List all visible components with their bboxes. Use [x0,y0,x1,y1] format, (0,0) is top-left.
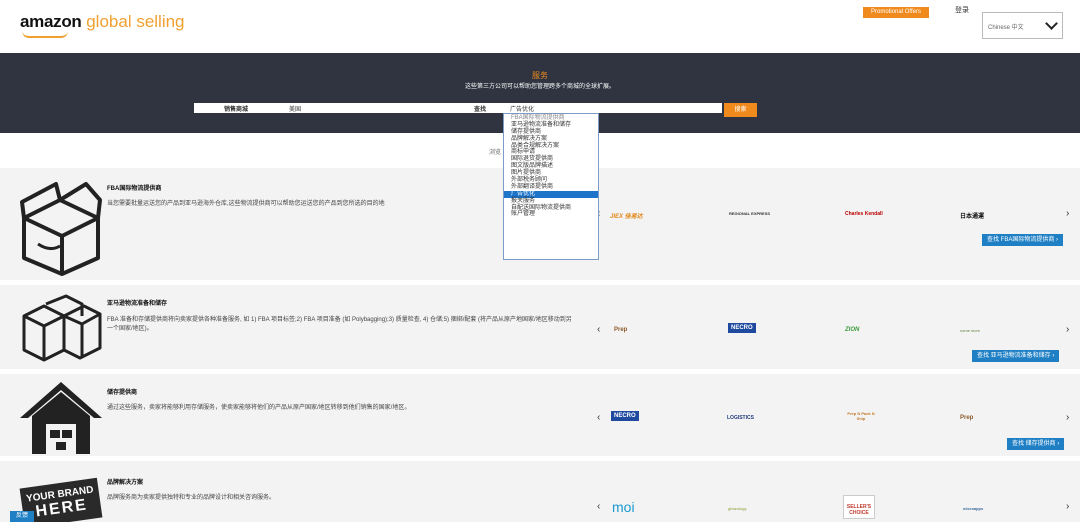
partner-logo[interactable]: LOGISTICS [727,415,754,421]
section-fba-prep-storage: 亚马逊物流准备和储存 FBA 准备和存储提供商将向卖家提供各种准备服务, 如 1… [0,285,1080,369]
section-title: 储存提供商 [107,390,138,396]
find-select[interactable]: 广告优化 [510,104,534,113]
marketplace-select[interactable]: 美国 [289,104,301,113]
carousel-prev-button[interactable]: ‹ [597,324,600,335]
feedback-button[interactable]: 反馈 [10,511,34,522]
carousel-next-button[interactable]: › [1066,324,1069,335]
find-fba-logistics-button[interactable]: 查找 FBA国际物流提供商 › [982,234,1064,246]
partner-logo[interactable]: 日本通運 [960,211,984,220]
partner-logo[interactable]: moi [612,499,635,515]
language-value: Chinese 中文 [988,25,1024,31]
find-prep-storage-button[interactable]: 查找 亚马逊物流准备和储存 › [972,350,1060,362]
top-bar: amazon global selling Promotional Offers… [0,0,1080,53]
section-description: FBA 准备和存储提供商将向卖家提供各种准备服务, 如 1) FBA 项目标签;… [107,317,572,332]
promotional-offers-button[interactable]: Promotional Offers [863,7,929,18]
boxes-stack-icon [22,294,102,362]
hero-subtitle: 这些第三方公司可以帮助您管理跨多个商城的全球扩展。 [464,84,615,90]
partner-logo[interactable]: Prep [614,327,627,333]
carousel-prev-button[interactable]: ‹ [597,501,600,512]
dropdown-option[interactable]: 报关服务 [504,198,598,205]
section-description: 通过这些服务，卖家将能够利用存储服务，使卖家能够将他们的产品从原产国家/地区转移… [107,405,411,411]
partner-logo[interactable]: NECRO [611,411,639,421]
box-icon [20,182,102,276]
logo-bold-text: amazon [20,12,82,31]
dropdown-option[interactable]: 图片提供商 [504,170,598,177]
carousel-next-button[interactable]: › [1066,208,1069,219]
partner-logo[interactable]: NECRO [728,323,756,333]
hero-title: 服务 [532,71,548,80]
partner-logo[interactable]: SELLER'S CHOICE [843,495,875,519]
dropdown-option[interactable]: 广告优化 [504,190,598,198]
carousel-next-button[interactable]: › [1066,501,1069,512]
marketplace-label: 销售商城 [224,107,249,113]
amazon-smile-icon [22,31,68,38]
dropdown-option[interactable]: 账户管理 [504,211,598,218]
partner-logo[interactable]: Prep [960,415,973,421]
dropdown-option[interactable]: 储存提供商 [504,129,598,136]
partner-logo[interactable]: Prep N Pack N Ship [846,411,876,421]
partner-logo[interactable]: name store [960,328,980,333]
section-title: FBA国际物流提供商 [107,186,162,192]
search-button[interactable]: 搜索 [724,103,757,117]
dropdown-option[interactable]: 外部翻译提供商 [504,184,598,191]
section-title: 品牌解决方案 [107,480,144,486]
partner-logo[interactable]: gfcarology [728,506,746,511]
carousel-next-button[interactable]: › [1066,412,1069,423]
section-brand-solutions: YOUR BRAND HERE 品牌解决方案 品牌服务商为卖家提供独特和专业的品… [0,461,1080,522]
carousel-prev-button[interactable]: ‹ [597,412,600,423]
browse-text: 浏览 [489,150,502,156]
partner-logo[interactable]: Charles Kendall [845,211,883,217]
section-title: 亚马逊物流准备和储存 [107,301,168,307]
logo-light-text: global selling [81,12,185,31]
amazon-global-selling-logo[interactable]: amazon global selling [20,12,185,38]
language-select[interactable]: Chinese 中文 [982,12,1063,39]
dropdown-option[interactable]: 亚马逊物流准备和储存 [504,122,598,129]
partner-logo[interactable]: REGIONAL EXPRESS [729,211,770,216]
warehouse-house-icon [20,382,102,454]
search-filter-bar: 销售商城 美国 查找 广告优化 [194,103,722,113]
find-label: 查找 [474,107,487,113]
service-type-dropdown[interactable]: FBA国际物流提供商 亚马逊物流准备和储存 储存提供商 品牌解决方案 品类合规解决方案商… [503,113,599,260]
dropdown-option[interactable]: 品牌解决方案 [504,136,598,143]
login-link[interactable]: 登录 [955,5,969,15]
section-description: 品牌服务商为卖家提供独特和专业的品牌设计和相关咨询服务。 [107,495,276,501]
partner-logo[interactable]: JIEX 佳易达 [610,211,643,220]
chevron-down-icon [1045,17,1058,30]
partner-logo[interactable]: microapps [963,506,983,511]
find-storage-providers-button[interactable]: 查找 储存提供商 › [1007,438,1065,450]
dropdown-option[interactable]: 外部税务顾问 [504,177,598,184]
dropdown-option[interactable]: FBA国际物流提供商 [504,115,598,122]
partner-logo[interactable]: ZION [845,327,859,333]
section-storage-providers: 储存提供商 通过这些服务，卖家将能够利用存储服务，使卖家能够将他们的产品从原产国… [0,374,1080,456]
